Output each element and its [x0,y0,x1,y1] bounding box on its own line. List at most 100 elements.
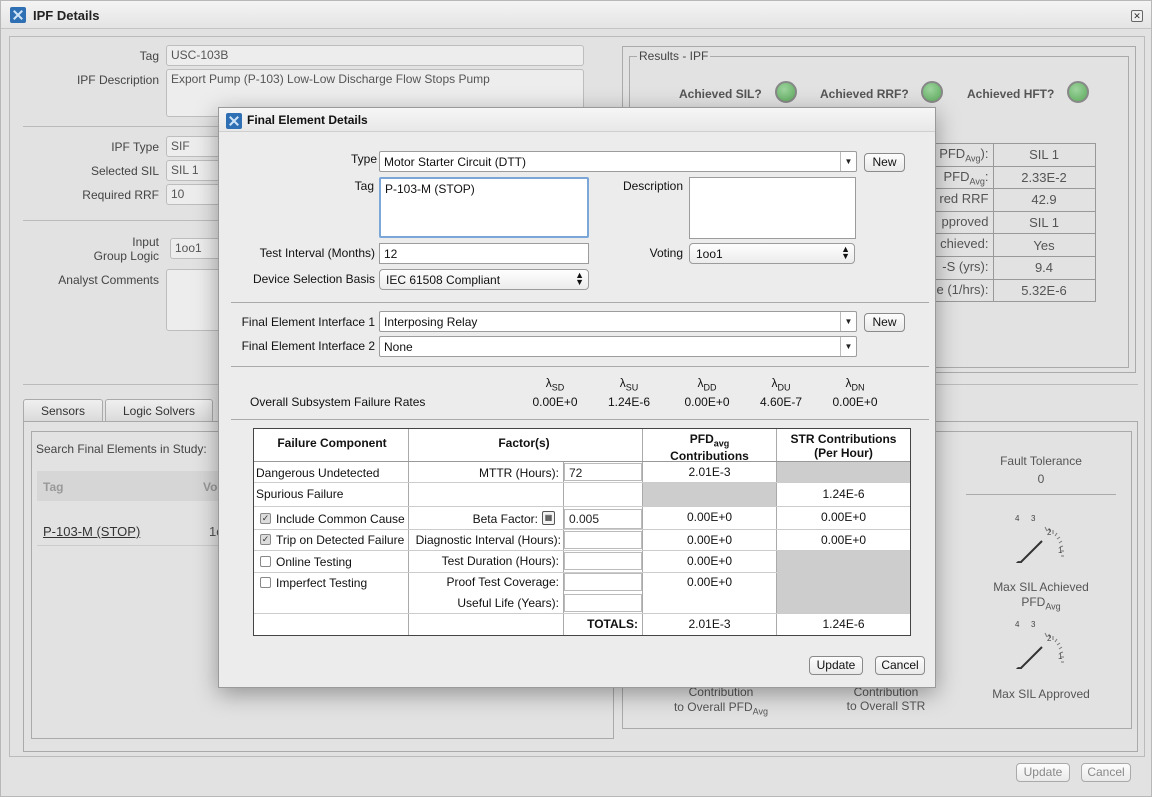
failure-rate-symbol: λSU [619,376,639,393]
update-button[interactable]: Update [1016,763,1070,782]
gauge-tick-label: 2 [1047,634,1052,643]
str-spurious-failure: 1.24E-6 [822,487,865,501]
totals-label: TOTALS: [587,617,638,631]
dialog-title: Final Element Details [247,113,368,127]
gauge-tick-label: 2 [1047,528,1052,537]
divider [37,545,227,546]
table-grid-line [254,529,910,530]
calculator-icon[interactable]: ▦ [542,511,555,525]
pfd-dangerous-undetected: 2.01E-3 [688,465,731,479]
close-icon[interactable]: ✕ [1131,10,1143,22]
table-grid-line [254,482,910,483]
window-title: IPF Details [33,8,100,23]
include-common-cause-label: Include Common Cause [276,512,405,526]
app-logo-icon [10,7,26,23]
useful-life-input[interactable] [564,594,642,612]
pfd-trip-detected: 0.00E+0 [686,533,733,547]
str-common-cause: 0.00E+0 [820,510,867,524]
divider [231,419,929,420]
proof-test-coverage-input[interactable] [564,573,642,591]
gauge-tick-label: 0 [1067,668,1072,669]
analyst-comments-field[interactable] [166,269,226,331]
selected-sil-label: Selected SIL [90,164,159,178]
max-sil-achieved-sublabel: PFDAvg [1021,595,1061,612]
failure-component-table: Failure Component Factor(s) PFDavg Contri… [253,428,911,636]
header-pfd-contributions: PFDavg Contributions [670,432,749,464]
type-new-button[interactable]: New [864,153,905,172]
contribution-pfd-label-2: to Overall PFDAvg [673,700,769,717]
divider [966,494,1116,495]
table-grid-line [408,429,409,635]
device-selection-basis-select[interactable]: IEC 61508 Compliant ▲ ▼ [379,269,589,290]
test-interval-input[interactable]: 12 [379,243,589,264]
gauge-tick-label: 0 [1067,562,1072,563]
divider [231,366,929,367]
disabled-cell [777,551,910,613]
tag-field[interactable]: USC-103B [166,45,584,66]
gauge-tick-label: 3 [1031,620,1036,629]
diagnostic-interval-input[interactable] [564,531,642,549]
tag-label: Tag [354,179,374,193]
beta-factor-input[interactable]: 0.005 [564,509,642,529]
type-combobox[interactable]: Motor Starter Circuit (DTT) ▼ [379,151,857,172]
row-dangerous-undetected: Dangerous Undetected [256,466,380,480]
interface2-combobox[interactable]: None ▼ [379,336,857,357]
achieved-sil-label: Achieved SIL? [679,87,762,101]
cancel-button[interactable]: Cancel [1081,763,1131,782]
fault-tolerance-label: Fault Tolerance [1000,454,1082,468]
interface1-new-button[interactable]: New [864,313,905,332]
test-duration-input[interactable] [564,552,642,570]
description-label: Description [622,179,683,193]
chevron-down-icon[interactable]: ▼ [840,312,856,331]
header-failure-component: Failure Component [277,436,387,450]
include-common-cause-checkbox[interactable]: ✓ [260,513,271,524]
interface1-combobox[interactable]: Interposing Relay ▼ [379,311,857,332]
trip-on-detected-failure-checkbox[interactable]: ✓ [260,534,271,545]
voting-select[interactable]: 1oo1 ▲ ▼ [689,243,855,264]
gauge-tick-label: 3 [1031,514,1036,523]
tab-sensors[interactable]: Sensors [23,399,103,421]
description-input[interactable] [689,177,856,239]
interface1-label: Final Element Interface 1 [241,315,375,329]
selected-sil-field[interactable]: SIL 1 [166,160,226,181]
required-rrf-label: Required RRF [82,188,159,202]
dialog-update-button[interactable]: Update [809,656,863,675]
totals-str: 1.24E-6 [822,617,865,631]
final-element-link[interactable]: P-103-M (STOP) [43,524,140,539]
required-rrf-field[interactable]: 10 [166,184,226,205]
table-grid-line [254,613,910,614]
max-sil-approved-label: Max SIL Approved [992,687,1090,701]
window-titlebar: IPF Details ✕ [1,1,1151,29]
test-interval-label: Test Interval (Months) [259,246,375,260]
failure-rate-symbol: λDN [845,376,865,393]
analyst-comments-label: Analyst Comments [58,273,159,287]
tag-input[interactable]: P-103-M (STOP) [379,177,589,238]
dialog-cancel-button[interactable]: Cancel [875,656,925,675]
contribution-str-label-2: to Overall STR [846,699,926,713]
achieved-hft-label: Achieved HFT? [967,87,1055,101]
table-grid-line [254,506,910,507]
row-spurious-failure: Spurious Failure [256,487,344,501]
mttr-input[interactable]: 72 [564,463,642,481]
search-final-elements-label: Search Final Elements in Study: [36,442,207,456]
ipf-type-field[interactable]: SIF [166,136,226,157]
header-str-contributions: STR Contributions (Per Hour) [790,432,897,460]
type-label: Type [350,152,377,166]
app-logo-icon [226,113,242,129]
group-logic-label: Group Logic [93,249,159,263]
mttr-label: MTTR (Hours): [479,466,559,480]
results-row-value: Yes [992,233,1096,257]
useful-life-label: Useful Life (Years): [457,596,559,610]
ipf-description-label: IPF Description [76,73,159,87]
imperfect-testing-checkbox[interactable] [260,577,271,588]
chevron-down-icon[interactable]: ▼ [840,152,856,171]
tab-logic-solvers[interactable]: Logic Solvers [105,399,213,421]
column-header-tag: Tag [43,480,64,494]
disabled-cell [643,483,776,506]
final-element-details-dialog: Final Element Details Type Motor Starter… [218,107,936,688]
chevron-down-icon[interactable]: ▼ [840,337,856,356]
online-testing-checkbox[interactable] [260,556,271,567]
failure-rate-value: 0.00E+0 [832,395,878,409]
divider [231,302,929,303]
results-row-value: 5.32E-6 [992,278,1096,303]
